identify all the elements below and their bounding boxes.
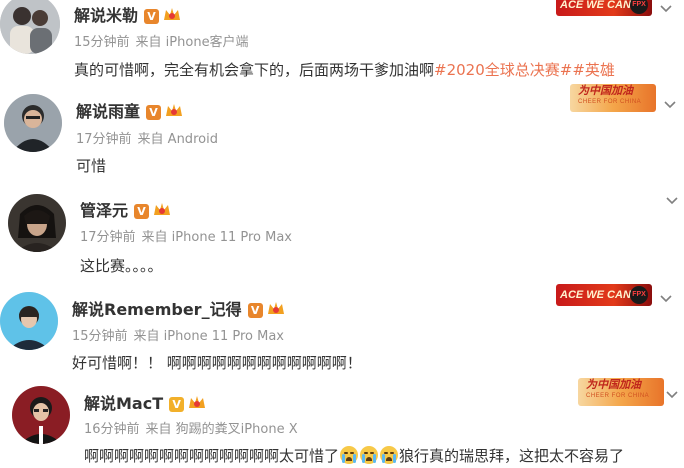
comment-text: 啊啊啊啊啊啊啊啊啊啊啊啊啊太可惜了 狼行真的瑞思拜，这把太不容易了 [84, 446, 624, 466]
comment-body: 啊啊啊啊啊啊啊啊啊啊啊啊啊太可惜了 [84, 447, 340, 465]
post-time[interactable]: 17分钟前 [76, 132, 132, 147]
username[interactable]: 解说雨童 V [76, 102, 183, 122]
banner-text: ACE WE CAN [560, 0, 631, 11]
post-meta: 15分钟前 来自 iPhone客户端 [74, 34, 249, 52]
avatar[interactable] [0, 0, 60, 54]
crown-icon [166, 104, 183, 116]
username[interactable]: 管泽元 V [80, 201, 171, 221]
fan-banner[interactable]: 为中国加油 CHEER FOR CHINA [570, 84, 656, 112]
crown-icon [189, 396, 206, 408]
avatar[interactable] [12, 386, 70, 444]
post-time[interactable]: 15分钟前 [74, 35, 130, 50]
comment-body: 真的可惜啊，完全有机会拿下的，后面两场干爹加油啊 [74, 61, 435, 79]
username-text[interactable]: 解说Remember_记得 [72, 300, 242, 319]
chevron-down-icon[interactable] [664, 98, 676, 110]
comment-body: 好可惜啊！！ 啊啊啊啊啊啊啊啊啊啊啊啊！ [72, 354, 362, 372]
post-source: 来自 iPhone客户端 [135, 35, 249, 50]
post-meta: 17分钟前 来自 Android [76, 131, 218, 149]
topic-link[interactable]: #2020全球总决赛##英雄 [434, 61, 615, 79]
comment-text: 这比赛。。。。 [80, 256, 163, 276]
banner-text: ACE WE CAN [560, 289, 631, 301]
username[interactable]: 解说米勒 V [74, 6, 181, 26]
comment-text: 可惜 [76, 156, 106, 176]
team-logo: FPX [630, 286, 648, 304]
username[interactable]: 解说Remember_记得 V [72, 300, 285, 320]
fan-banner[interactable]: 为中国加油 CHEER FOR CHINA [578, 378, 664, 406]
comment-item: 解说MacT V 16分钟前 来自 狗踢的粪叉iPhone X 啊啊啊啊啊啊啊啊啊啊… [0, 378, 684, 468]
chevron-down-icon[interactable] [660, 2, 672, 14]
crown-icon [267, 302, 284, 314]
post-time[interactable]: 17分钟前 [80, 230, 136, 245]
comment-item: 解说Remember_记得 V 15分钟前 来自 iPhone 11 Pro Max… [0, 284, 684, 378]
verified-badge: V [144, 9, 160, 24]
post-source: 来自 狗踢的粪叉iPhone X [145, 422, 298, 437]
avatar[interactable] [8, 194, 66, 252]
comment-body: 可惜 [76, 157, 107, 175]
verified-badge: V [146, 105, 162, 120]
comment-text: 真的可惜啊，完全有机会拿下的，后面两场干爹加油啊#2020全球总决赛##英雄 [74, 60, 615, 80]
banner-text: 为中国加油 [586, 379, 641, 391]
comment-body-continued: 狼行真的瑞思拜，这把太不容易了 [399, 447, 625, 465]
chevron-down-icon[interactable] [666, 194, 678, 206]
post-time[interactable]: 15分钟前 [72, 329, 128, 344]
fan-banner[interactable]: ACE WE CAN FPX [556, 0, 652, 16]
fan-banner[interactable]: ACE WE CAN FPX [556, 284, 652, 306]
chevron-down-icon[interactable] [666, 388, 678, 400]
chevron-down-icon[interactable] [660, 292, 672, 304]
post-time[interactable]: 16分钟前 [84, 422, 140, 437]
comment-item: 解说米勒 V 15分钟前 来自 iPhone客户端 真的可惜啊，完全有机会拿下的，后… [0, 0, 684, 86]
banner-subtext: CHEER FOR CHINA [578, 99, 642, 105]
comment-body: 这比赛。。。。 [80, 257, 163, 275]
post-source: 来自 Android [137, 132, 218, 147]
username-text[interactable]: 解说MacT [84, 394, 163, 413]
username-text[interactable]: 管泽元 [80, 201, 128, 220]
post-meta: 15分钟前 来自 iPhone 11 Pro Max [72, 328, 284, 346]
comment-item: 解说雨童 V 17分钟前 来自 Android 可惜 为中国加油 CHEER FOR… [0, 84, 684, 182]
crying-emoji-icon [360, 446, 379, 464]
banner-text: 为中国加油 [578, 85, 633, 97]
post-meta: 16分钟前 来自 狗踢的粪叉iPhone X [84, 421, 298, 439]
avatar[interactable] [0, 292, 58, 350]
banner-subtext: CHEER FOR CHINA [586, 393, 650, 399]
crying-emoji-icon [380, 446, 399, 464]
username[interactable]: 解说MacT V [84, 394, 206, 414]
verified-badge: V [247, 303, 263, 318]
comment-item: 管泽元 V 17分钟前 来自 iPhone 11 Pro Max 这比赛。。。。 [0, 186, 684, 282]
post-source: 来自 iPhone 11 Pro Max [141, 230, 292, 245]
post-meta: 17分钟前 来自 iPhone 11 Pro Max [80, 229, 292, 247]
post-source: 来自 iPhone 11 Pro Max [133, 329, 284, 344]
crown-icon [154, 203, 171, 215]
username-text[interactable]: 解说雨童 [76, 102, 140, 121]
avatar[interactable] [4, 94, 62, 152]
team-logo: FPX [630, 0, 648, 14]
crown-icon [164, 8, 181, 20]
verified-badge: V [169, 397, 185, 412]
username-text[interactable]: 解说米勒 [74, 6, 138, 25]
comment-text: 好可惜啊！！ 啊啊啊啊啊啊啊啊啊啊啊啊！ [72, 353, 362, 373]
crying-emoji-icon [340, 446, 359, 464]
verified-badge: V [134, 204, 150, 219]
